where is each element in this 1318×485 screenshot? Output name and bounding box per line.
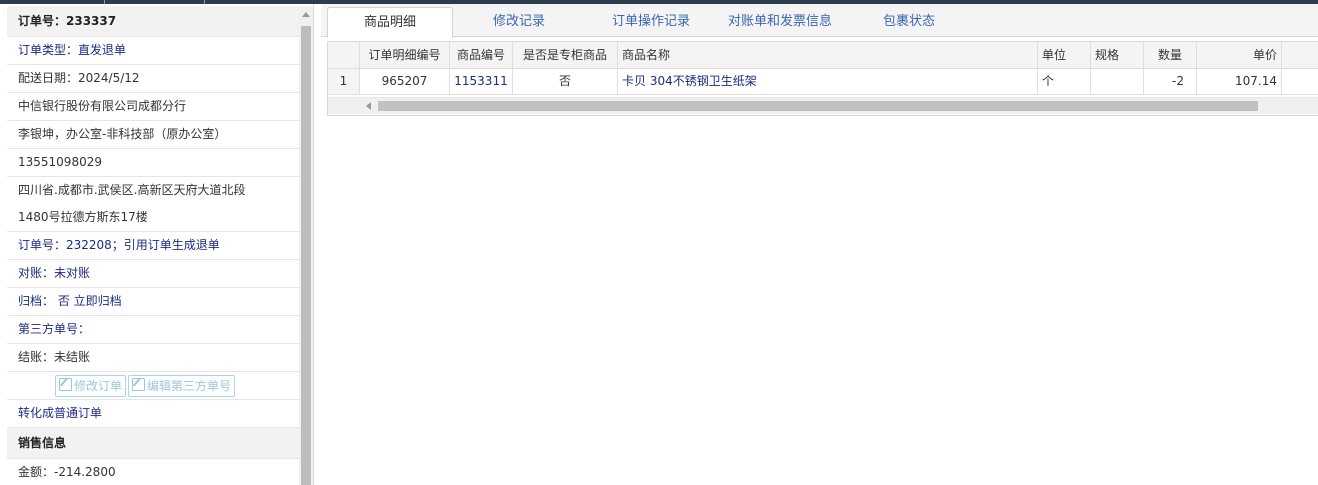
address-line-2: 1480号拉德方斯东17楼 <box>7 204 299 232</box>
sales-info-header: 销售信息 <box>7 428 299 459</box>
contact-info: 李银坤，办公室-非科技部（原办公室） <box>7 121 299 149</box>
column-header[interactable]: 订单明细编号 <box>360 42 450 68</box>
edit-third-party-button[interactable]: 编辑第三方单号 <box>128 374 236 397</box>
tab-bar: 商品明细 修改记录 订单操作记录 对账单和发票信息 包裹状态 <box>321 4 1318 38</box>
row-number-header <box>328 42 360 68</box>
settlement-status: 结账：未结账 <box>7 344 299 372</box>
product-id-link[interactable]: 1153311 <box>450 69 513 94</box>
tab-modification-log[interactable]: 修改记录 <box>471 7 567 36</box>
product-name-link[interactable]: 卡贝 304不锈钢卫生纸架 <box>618 69 1038 94</box>
unit-cell: 个 <box>1038 69 1091 94</box>
grid-header-row: 订单明细编号 商品编号 是否是专柜商品 商品名称 单位 规格 数量 单价 <box>328 42 1318 69</box>
tab-package-status[interactable]: 包裹状态 <box>870 7 948 36</box>
column-header[interactable]: 规格 <box>1091 42 1144 68</box>
unit-price-cell: 107.14 <box>1197 69 1282 94</box>
column-header[interactable]: 单价 <box>1197 42 1282 68</box>
detail-panel: 商品明细 修改记录 订单操作记录 对账单和发票信息 包裹状态 订单明细编号 商品… <box>321 4 1318 485</box>
top-bar-divider <box>204 0 205 4</box>
archive-status[interactable]: 归档： 否 立即归档 <box>7 288 299 316</box>
edit-order-label: 修改订单 <box>74 378 123 393</box>
table-row[interactable]: 1 965207 1153311 否 卡贝 304不锈钢卫生纸架 个 -2 10… <box>328 69 1318 95</box>
edit-icon <box>132 377 146 391</box>
delivery-date: 配送日期：2024/5/12 <box>7 65 299 93</box>
phone-number: 13551098029 <box>7 149 299 177</box>
row-number: 1 <box>328 69 360 94</box>
scrollbar-thumb[interactable] <box>301 26 311 485</box>
spec-cell <box>1091 69 1144 94</box>
edit-order-button[interactable]: 修改订单 <box>55 374 127 397</box>
detail-id-cell: 965207 <box>360 69 450 94</box>
product-grid: 订单明细编号 商品编号 是否是专柜商品 商品名称 单位 规格 数量 单价 1 9… <box>327 41 1318 116</box>
top-bar-divider <box>104 0 105 4</box>
sales-amount: 金额：-214.2800 <box>7 459 299 485</box>
tab-statement-invoice[interactable]: 对账单和发票信息 <box>718 7 842 36</box>
edit-third-party-label: 编辑第三方单号 <box>147 378 232 393</box>
quantity-cell: -2 <box>1144 69 1197 94</box>
customer-name: 中信银行股份有限公司成都分行 <box>7 93 299 121</box>
address-line-1: 四川省.成都市.武侯区.高新区天府大道北段 <box>18 183 246 197</box>
tab-operation-log[interactable]: 订单操作记录 <box>601 7 701 36</box>
reconcile-status[interactable]: 对账：未对账 <box>7 260 299 288</box>
order-info-panel: 订单号：233337 订单类型：直发退单 配送日期：2024/5/12 中信银行… <box>7 6 300 485</box>
left-panel-scrollbar[interactable] <box>299 6 313 485</box>
column-header[interactable]: 商品编号 <box>450 42 513 68</box>
action-buttons-row: 修改订单 编辑第三方单号 <box>7 372 299 400</box>
column-header[interactable]: 数量 <box>1144 42 1197 68</box>
scroll-left-arrow-icon[interactable] <box>366 102 371 110</box>
is-counter-cell: 否 <box>513 69 618 94</box>
column-header[interactable]: 商品名称 <box>618 42 1038 68</box>
column-header[interactable]: 是否是专柜商品 <box>513 42 618 68</box>
edit-icon <box>59 377 72 391</box>
tab-product-details[interactable]: 商品明细 <box>327 7 453 38</box>
horizontal-scrollbar-thumb[interactable] <box>378 101 1258 111</box>
scroll-up-arrow-icon[interactable] <box>302 12 310 17</box>
reference-order[interactable]: 订单号：232208；引用订单生成退单 <box>7 232 299 260</box>
convert-normal-order-link[interactable]: 转化成普通订单 <box>7 400 299 428</box>
order-number-header: 订单号：233337 <box>7 6 299 37</box>
order-type: 订单类型：直发退单 <box>7 37 299 65</box>
grid-horizontal-scrollbar[interactable] <box>328 97 1318 114</box>
third-party-number: 第三方单号： <box>7 316 299 344</box>
column-header[interactable]: 单位 <box>1038 42 1091 68</box>
